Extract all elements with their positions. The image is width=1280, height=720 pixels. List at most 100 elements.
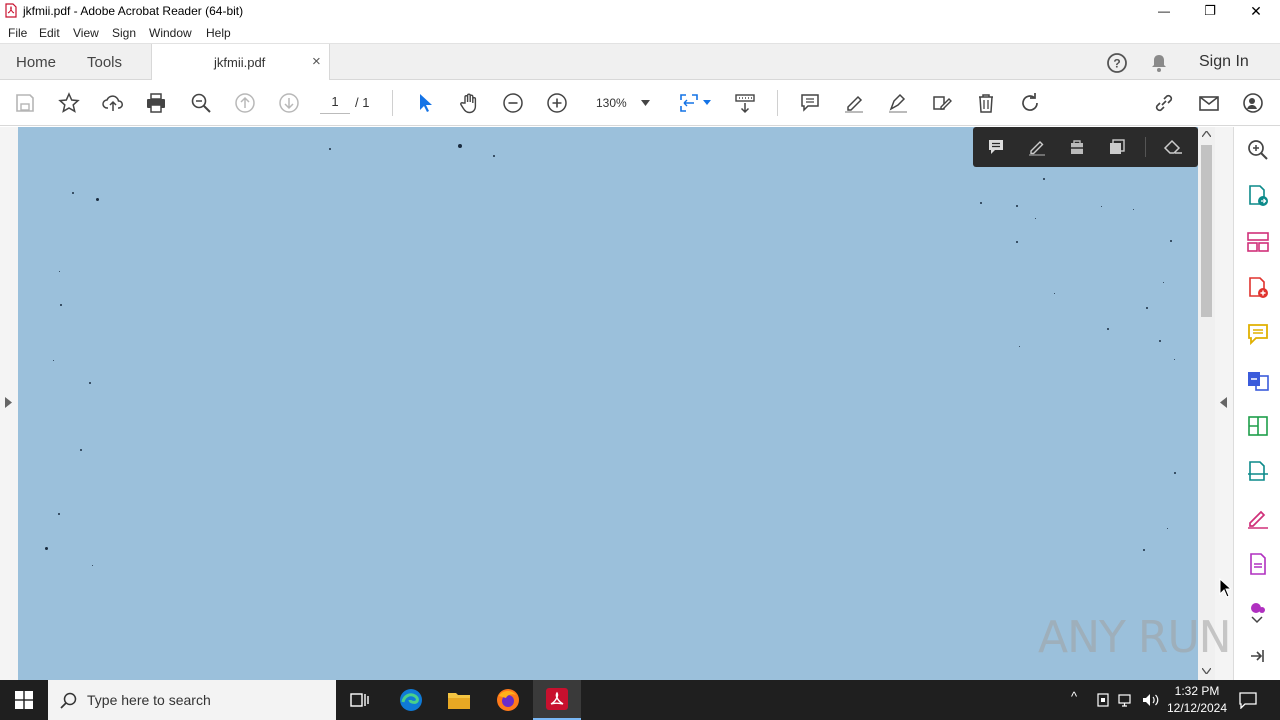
delete-button[interactable] [973, 90, 999, 116]
comment-tool[interactable] [1245, 321, 1271, 347]
page-speck [1101, 206, 1102, 207]
edit-sign-icon [933, 96, 952, 110]
organize-pages-tool[interactable] [1245, 229, 1271, 255]
notification-bell-icon[interactable] [1149, 53, 1169, 73]
acrobat-taskbar-button[interactable] [533, 680, 581, 720]
collapse-right-pane-icon[interactable] [1220, 397, 1227, 408]
save-button[interactable] [12, 90, 38, 116]
start-button[interactable] [0, 680, 48, 720]
scroll-up-arrow-icon[interactable] [1202, 131, 1211, 137]
scroll-mode-button[interactable] [732, 90, 758, 116]
export-pdf-tool[interactable] [1245, 183, 1271, 209]
rotate-icon [1022, 93, 1038, 111]
collapse-pane-icon[interactable] [1250, 649, 1264, 663]
find-button[interactable] [188, 90, 214, 116]
email-button[interactable] [1196, 90, 1222, 116]
zoom-search-tool[interactable] [1245, 137, 1271, 163]
help-icon[interactable]: ? [1106, 52, 1128, 74]
floatbar-divider [1145, 137, 1146, 157]
rotate-button[interactable] [1017, 90, 1043, 116]
strikethrough-button[interactable] [1066, 137, 1088, 157]
fit-dropdown-chevron-icon[interactable] [703, 100, 711, 105]
device-tray-icon[interactable] [1095, 692, 1111, 708]
zoom-level-select[interactable]: 130% [585, 92, 657, 114]
fill-sign-tool[interactable] [1245, 505, 1271, 531]
zoom-in-button[interactable] [544, 90, 570, 116]
edit-pdf-icon [1248, 416, 1268, 436]
sign-in-link[interactable]: Sign In [1199, 53, 1249, 71]
print-button[interactable] [143, 90, 169, 116]
highlight-text-button[interactable] [1026, 137, 1048, 157]
combine-files-tool[interactable] [1245, 367, 1271, 393]
replace-text-button[interactable] [1106, 137, 1128, 157]
scan-ocr-tool[interactable] [1245, 459, 1271, 485]
tab-document[interactable]: jkfmii.pdf × [151, 44, 330, 81]
scrollbar-thumb[interactable] [1201, 145, 1212, 317]
system-clock[interactable]: 1:32 PM 12/12/2024 [1160, 683, 1234, 717]
page-speck [1016, 205, 1018, 207]
share-user-button[interactable] [1240, 90, 1266, 116]
sign-pen-icon [1248, 510, 1268, 529]
fill-sign-button[interactable] [929, 90, 955, 116]
mouse-cursor-icon [1219, 578, 1231, 598]
sticky-note-button[interactable] [985, 137, 1007, 157]
document-viewport[interactable] [0, 127, 1233, 680]
close-window-button[interactable]: ✕ [1233, 0, 1279, 22]
menu-edit[interactable]: Edit [39, 26, 60, 40]
expand-left-panel-icon[interactable] [5, 397, 12, 408]
comment-button[interactable] [797, 90, 823, 116]
clock-date: 12/12/2024 [1166, 701, 1228, 715]
page-number-input[interactable]: 1 [320, 92, 350, 114]
keyboard-scroll-icon [735, 94, 755, 114]
menu-help[interactable]: Help [206, 26, 231, 40]
menu-view[interactable]: View [73, 26, 99, 40]
document-icon [1250, 553, 1266, 575]
tab-tools[interactable]: Tools [87, 54, 122, 71]
tab-home[interactable]: Home [16, 54, 56, 71]
menu-window[interactable]: Window [149, 26, 192, 40]
hand-icon [460, 93, 477, 114]
minimize-button[interactable]: — [1141, 0, 1187, 22]
previous-page-button[interactable] [232, 90, 258, 116]
next-page-button[interactable] [276, 90, 302, 116]
upload-button[interactable] [100, 90, 126, 116]
right-tools-pane [1233, 127, 1280, 680]
network-icon[interactable] [1118, 692, 1134, 708]
show-hidden-icons-chevron-icon[interactable]: ^ [1071, 689, 1077, 704]
minus-circle-icon [503, 93, 523, 113]
file-explorer-button[interactable] [435, 680, 483, 720]
draw-button[interactable] [885, 90, 911, 116]
save-icon [16, 94, 34, 112]
close-tab-icon[interactable]: × [312, 53, 321, 70]
task-view-button[interactable] [336, 680, 384, 720]
scroll-down-arrow-icon[interactable] [1202, 668, 1211, 674]
highlight-button[interactable] [841, 90, 867, 116]
menu-sign[interactable]: Sign [112, 26, 136, 40]
edge-browser-button[interactable] [387, 680, 435, 720]
menu-file[interactable]: File [8, 26, 27, 40]
taskbar-search-box[interactable]: Type here to search [48, 680, 336, 720]
notifications-icon[interactable] [1239, 691, 1257, 709]
bookmark-star-button[interactable] [56, 90, 82, 116]
fit-page-button[interactable] [676, 90, 702, 116]
restore-button[interactable]: ❐ [1187, 0, 1233, 22]
select-tool-button[interactable] [412, 90, 438, 116]
create-pdf-tool[interactable] [1245, 275, 1271, 301]
protect-tool[interactable] [1245, 551, 1271, 577]
clock-time: 1:32 PM [1174, 684, 1220, 698]
page-speck [1159, 340, 1161, 342]
hand-tool-button[interactable] [456, 90, 482, 116]
more-tools-button[interactable] [1162, 137, 1184, 157]
edit-pdf-tool[interactable] [1245, 413, 1271, 439]
share-link-button[interactable] [1151, 90, 1177, 116]
pdf-page [18, 127, 1198, 680]
firefox-button[interactable] [484, 680, 532, 720]
show-more-chevron-icon[interactable] [1251, 616, 1263, 624]
vertical-scrollbar[interactable] [1198, 127, 1215, 680]
eraser-icon [1163, 139, 1182, 154]
page-speck [60, 304, 62, 306]
zoom-out-button[interactable] [500, 90, 526, 116]
edge-icon [400, 689, 422, 711]
volume-icon[interactable] [1142, 692, 1160, 708]
page-speck [1174, 472, 1176, 474]
